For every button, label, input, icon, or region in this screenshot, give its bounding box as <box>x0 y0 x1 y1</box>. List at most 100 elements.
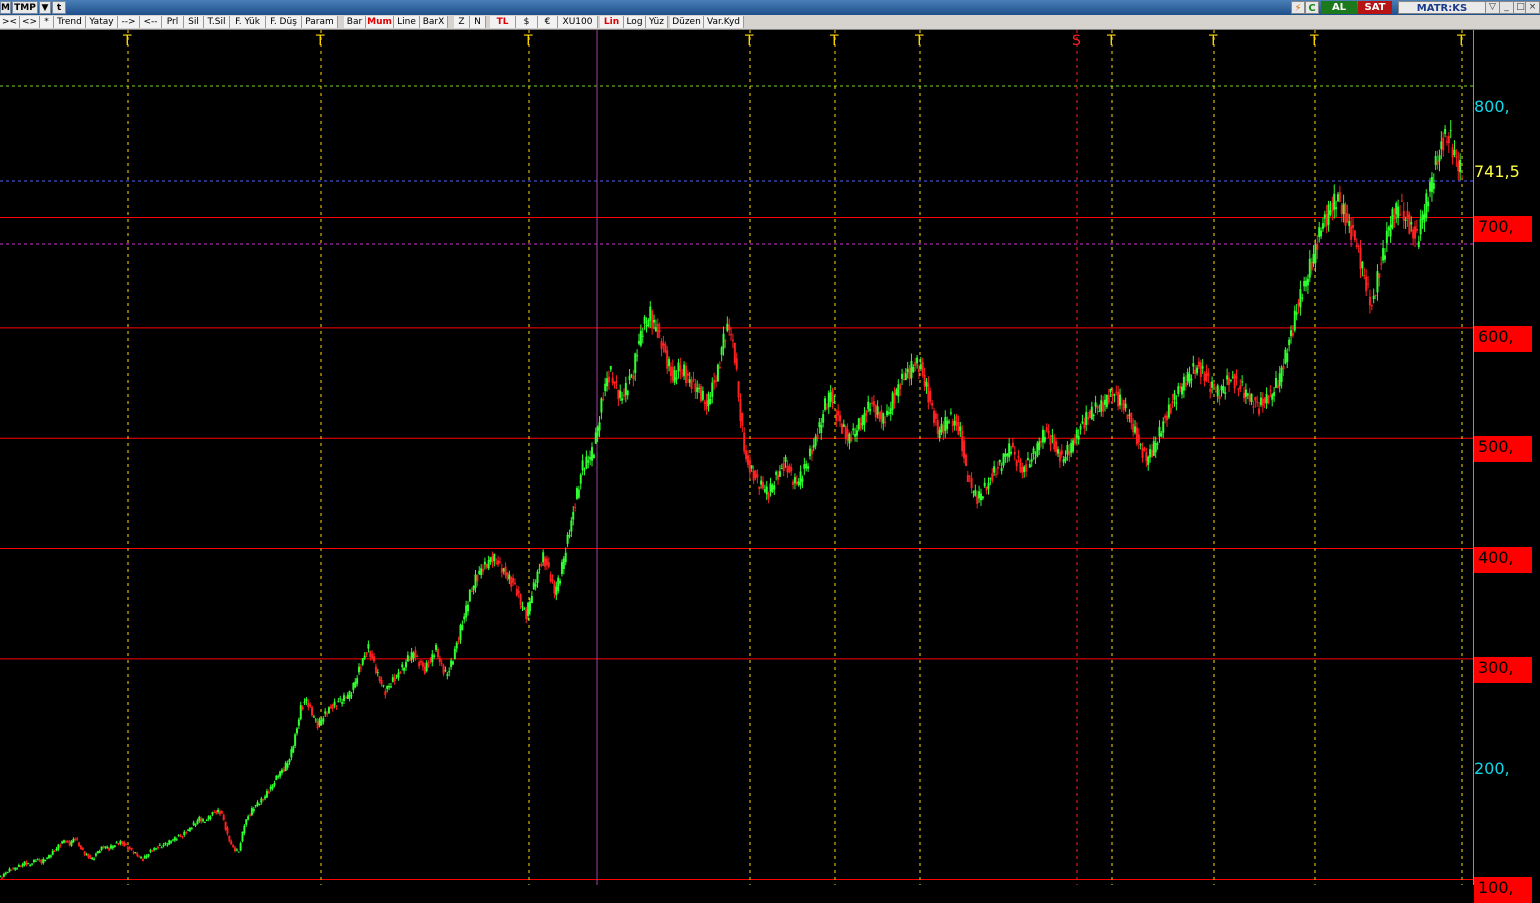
candle-body <box>203 822 206 824</box>
candle-body <box>1209 389 1212 392</box>
candle-body <box>32 859 35 863</box>
candle-body <box>314 719 317 721</box>
toolbar-button-8[interactable]: Sil <box>184 16 204 28</box>
toolbar-button-25[interactable]: Yüz <box>646 16 668 28</box>
toolbar-button-10[interactable]: F. Yük <box>230 16 266 28</box>
toolbar-button-15[interactable]: Line <box>394 16 420 28</box>
candle-body <box>884 421 887 423</box>
toolbar-button-23[interactable]: Lin <box>600 16 624 28</box>
candle-body <box>376 672 379 674</box>
candle-body <box>837 410 840 416</box>
candle-body <box>1143 448 1146 451</box>
sell-button[interactable]: SAT <box>1358 1 1392 14</box>
toolbar-button-3[interactable]: Trend <box>54 16 86 28</box>
candle-body <box>121 841 124 845</box>
candle-body <box>681 372 684 374</box>
candle-body <box>123 842 126 846</box>
candle-body <box>421 662 424 667</box>
candle-body <box>703 401 706 405</box>
toolbar-button-11[interactable]: F. Düş <box>266 16 302 28</box>
candle-body <box>1363 275 1366 277</box>
candle-body <box>1015 460 1018 467</box>
candle-body <box>1280 367 1283 382</box>
candle-body <box>1057 449 1060 454</box>
toolbar-button-17[interactable]: Z <box>454 16 470 28</box>
candle-body <box>773 485 776 490</box>
toolbar-button-20[interactable]: $ <box>516 16 538 28</box>
toolbar-button-4[interactable]: Yatay <box>86 16 118 28</box>
candle-body <box>741 412 744 426</box>
candle-body <box>1113 394 1116 396</box>
candle-body <box>181 836 184 838</box>
price-chart[interactable] <box>0 30 1540 885</box>
toolbar-button-13[interactable]: Bar <box>344 16 366 28</box>
candle-body <box>1201 366 1204 369</box>
candle-body <box>1158 426 1161 437</box>
twitter-icon[interactable]: t <box>52 1 66 14</box>
candle-body <box>128 847 131 849</box>
candle-body <box>743 432 746 452</box>
candle-body <box>493 553 496 562</box>
window-menu-icon[interactable]: ▽ <box>1485 1 1500 14</box>
toolbar-button-21[interactable]: € <box>538 16 558 28</box>
menu-m-button[interactable]: M <box>0 1 11 14</box>
candle-body <box>451 661 454 665</box>
candle-body <box>878 412 881 420</box>
toolbar-button-14[interactable]: Mum <box>366 16 394 28</box>
toolbar-button-18[interactable]: N <box>470 16 486 28</box>
c-button[interactable]: C <box>1305 1 1319 14</box>
candle-body <box>59 845 62 847</box>
dropdown-arrow-icon[interactable]: ▼ <box>39 1 51 14</box>
candle-body <box>760 480 763 485</box>
candle-body <box>728 325 731 331</box>
candle-body <box>213 812 216 814</box>
toolbar-button-6[interactable]: <-- <box>140 16 162 28</box>
candle-body <box>153 848 156 850</box>
candle-body <box>367 644 370 649</box>
candle-body <box>523 608 526 610</box>
candle-body <box>265 791 268 798</box>
toolbar-button-12[interactable]: Param <box>302 16 338 28</box>
candle-body <box>1077 435 1080 440</box>
toolbar-button-16[interactable]: BarX <box>420 16 448 28</box>
candle-body <box>790 467 793 472</box>
toolbar-button-1[interactable]: <> <box>20 16 40 28</box>
candle-body <box>465 605 468 618</box>
toolbar-button-2[interactable]: * <box>40 16 54 28</box>
candle-body <box>1214 391 1217 393</box>
toolbar-button-19[interactable]: TL <box>490 16 516 28</box>
symbol-selector[interactable]: TMP <box>12 1 38 14</box>
candle-body <box>752 470 755 481</box>
candle-body <box>468 589 471 602</box>
toolbar-button-22[interactable]: XU100 <box>558 16 598 28</box>
toolbar-button-27[interactable]: Var.Kyd <box>704 16 744 28</box>
candle-body <box>1412 229 1415 239</box>
minimize-icon[interactable]: _ <box>1499 1 1514 14</box>
lightning-icon[interactable]: ⚡ <box>1291 1 1305 14</box>
toolbar-button-5[interactable]: --> <box>118 16 140 28</box>
toolbar-button-7[interactable]: Prl <box>162 16 184 28</box>
candle-body <box>389 686 392 688</box>
candle-body <box>705 400 708 410</box>
buy-button[interactable]: AL <box>1321 1 1357 14</box>
signal-marker: T <box>830 33 839 49</box>
candle-body <box>1376 271 1379 293</box>
candle-body <box>106 846 109 849</box>
close-icon[interactable]: × <box>1525 1 1540 14</box>
candle-body <box>489 557 492 562</box>
toolbar-button-24[interactable]: Log <box>624 16 646 28</box>
toolbar-button-9[interactable]: T.Sil <box>204 16 230 28</box>
candle-body <box>1453 149 1456 156</box>
candle-body <box>420 660 423 663</box>
chart-area[interactable]: 800, 700, 600, 500, 400, 300, 200, 100, 741,5 T T… <box>0 30 1540 903</box>
candle-body <box>765 486 768 495</box>
toolbar-button-26[interactable]: Düzen <box>670 16 704 28</box>
candle-body <box>373 656 376 662</box>
candle-body <box>93 858 96 860</box>
candle-body <box>1030 459 1033 462</box>
candle-body <box>1079 426 1082 430</box>
toolbar-button-0[interactable]: >< <box>0 16 20 28</box>
candle-body <box>713 379 716 384</box>
candle-body <box>1081 421 1084 424</box>
candle-body <box>557 577 560 592</box>
